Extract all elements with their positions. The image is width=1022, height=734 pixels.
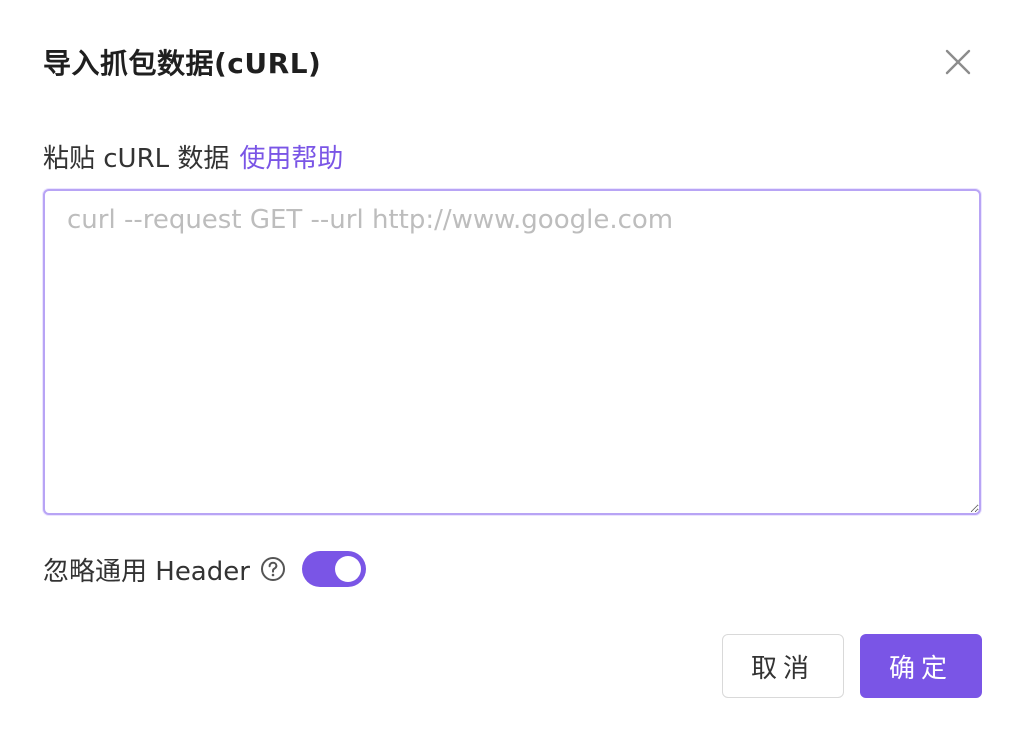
curl-input[interactable] — [43, 189, 981, 515]
question-circle-icon[interactable] — [260, 556, 286, 582]
cancel-button[interactable]: 取消 — [722, 634, 844, 698]
paste-curl-label: 粘贴 cURL 数据 — [43, 144, 230, 174]
ignore-header-toggle[interactable] — [301, 551, 366, 587]
dialog-title: 导入抓包数据(cURL) — [43, 47, 322, 80]
toggle-knob — [334, 556, 361, 582]
import-curl-dialog: 导入抓包数据(cURL) 粘贴 cURL 数据 使用帮助 忽略通用 Header… — [0, 0, 1022, 734]
ignore-header-row: 忽略通用 Header — [43, 550, 366, 588]
confirm-button[interactable]: 确定 — [860, 634, 982, 698]
close-icon — [945, 49, 971, 75]
paste-curl-label-row: 粘贴 cURL 数据 使用帮助 — [43, 138, 343, 175]
usage-help-link[interactable]: 使用帮助 — [239, 138, 343, 175]
ignore-header-label: 忽略通用 Header — [43, 556, 250, 587]
close-button[interactable] — [938, 42, 978, 82]
